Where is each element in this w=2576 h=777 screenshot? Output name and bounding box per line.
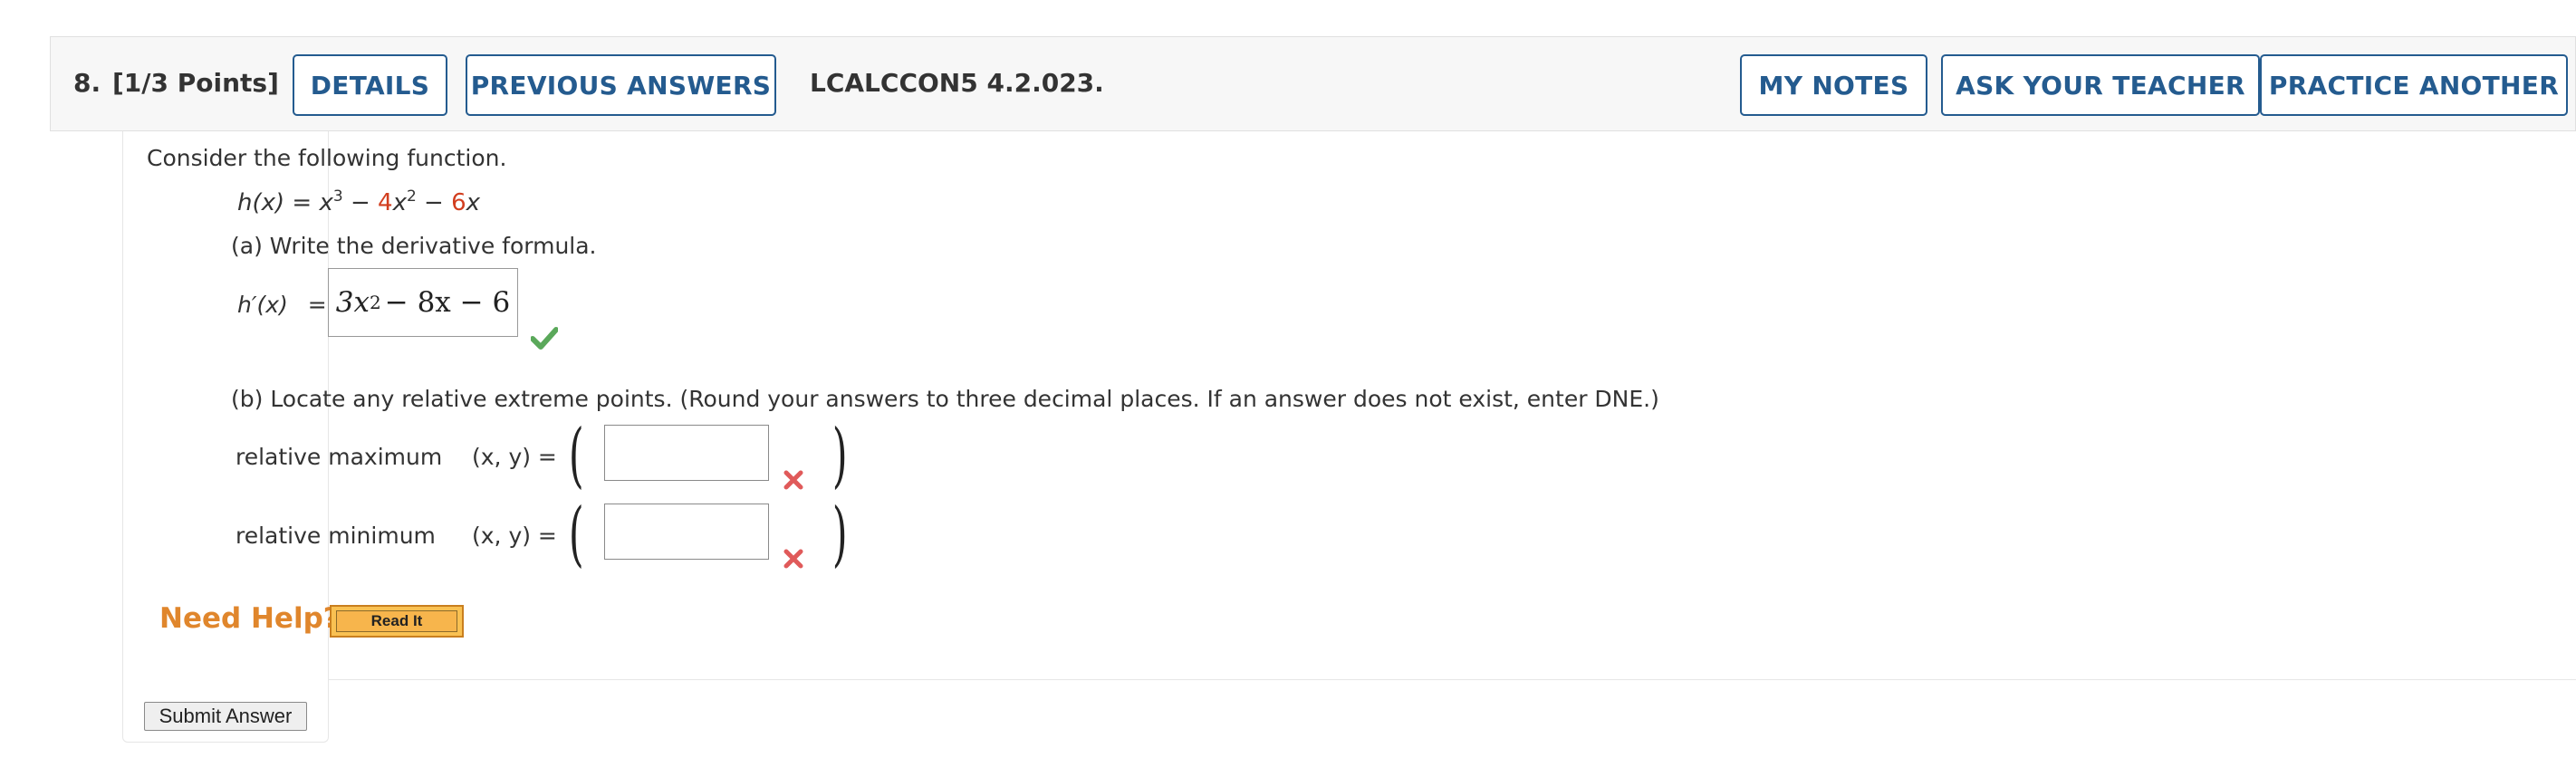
relative-minimum-label: relative minimum bbox=[235, 523, 436, 549]
max-open-paren: ( bbox=[568, 415, 584, 496]
submit-answer-button[interactable]: Submit Answer bbox=[144, 702, 307, 731]
derivative-answer-exp: 2 bbox=[370, 292, 381, 313]
min-coord-label: (x, y) = bbox=[472, 523, 557, 549]
points-score: [1/3 Points] bbox=[112, 68, 279, 98]
function-coef1: 4 bbox=[378, 189, 393, 216]
function-exp2: 2 bbox=[406, 187, 417, 206]
question-code: LCALCCON5 4.2.023. bbox=[810, 68, 1104, 98]
question-number: 8. bbox=[73, 68, 101, 98]
function-expression: h(x) = x3 − 4x2 − 6x bbox=[237, 187, 480, 216]
function-minus2: − bbox=[416, 189, 452, 216]
question-body-frame bbox=[122, 131, 329, 743]
min-open-paren: ( bbox=[568, 494, 584, 575]
derivative-answer-base: 3x bbox=[335, 286, 370, 319]
derivative-answer-rest: − 8x − 6 bbox=[384, 286, 511, 319]
previous-answers-button[interactable]: PREVIOUS ANSWERS bbox=[466, 54, 776, 116]
function-coef2: 6 bbox=[451, 189, 466, 216]
function-lhs: h(x) = x bbox=[237, 189, 333, 216]
part-a-prompt: (a) Write the derivative formula. bbox=[231, 233, 597, 259]
practice-another-button[interactable]: PRACTICE ANOTHER bbox=[2260, 54, 2568, 116]
part-b-prompt: (b) Locate any relative extreme points. … bbox=[231, 386, 1659, 412]
read-it-button[interactable]: Read It bbox=[330, 605, 464, 638]
incorrect-x-icon bbox=[783, 549, 803, 569]
read-it-label: Read It bbox=[336, 610, 457, 632]
derivative-answer-field[interactable]: 3x 2 − 8x − 6 bbox=[328, 268, 518, 337]
correct-check-icon bbox=[531, 327, 558, 350]
problem-intro: Consider the following function. bbox=[147, 145, 507, 171]
max-close-paren: ) bbox=[831, 415, 848, 496]
function-term2: x bbox=[392, 189, 407, 216]
max-coord-label: (x, y) = bbox=[472, 444, 557, 470]
incorrect-x-icon bbox=[783, 470, 803, 490]
ask-teacher-button[interactable]: ASK YOUR TEACHER bbox=[1941, 54, 2260, 116]
derivative-equals: = bbox=[307, 292, 327, 318]
relative-maximum-input[interactable] bbox=[604, 425, 769, 481]
function-term3: x bbox=[466, 189, 481, 216]
derivative-symbol: h′(x) bbox=[237, 292, 288, 318]
need-help-label: Need Help? bbox=[159, 602, 340, 635]
min-close-paren: ) bbox=[831, 494, 848, 575]
submit-divider bbox=[328, 679, 2576, 680]
function-exp1: 3 bbox=[332, 187, 343, 206]
details-button[interactable]: DETAILS bbox=[293, 54, 447, 116]
function-minus1: − bbox=[342, 189, 379, 216]
my-notes-button[interactable]: MY NOTES bbox=[1740, 54, 1927, 116]
derivative-label: h′(x) = bbox=[237, 292, 327, 318]
relative-maximum-label: relative maximum bbox=[235, 444, 443, 470]
relative-minimum-input[interactable] bbox=[604, 504, 769, 560]
